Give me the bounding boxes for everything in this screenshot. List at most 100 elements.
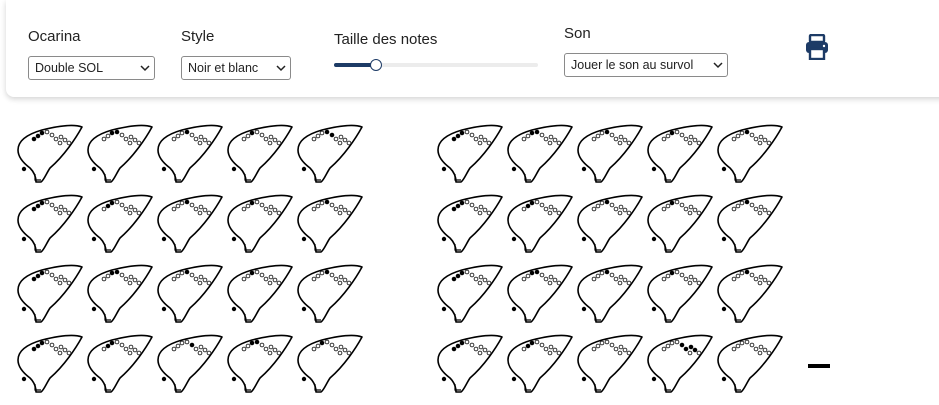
finger-hole — [618, 274, 624, 280]
ocarina-fingering[interactable] — [504, 264, 574, 326]
chevron-down-icon — [140, 65, 150, 72]
finger-hole — [123, 346, 129, 352]
ocarina-fingering[interactable] — [224, 334, 294, 396]
ocarina-fingering[interactable] — [574, 124, 644, 186]
finger-hole — [486, 280, 492, 286]
finger-hole — [197, 210, 203, 216]
ocarina-fingering[interactable] — [224, 264, 294, 326]
style-select[interactable]: Noir et blanc — [181, 56, 291, 80]
ocarina-fingering[interactable] — [84, 124, 154, 186]
finger-hole — [626, 350, 632, 356]
ocarina-fingering[interactable] — [294, 334, 364, 396]
finger-hole — [171, 206, 177, 212]
finger-hole — [114, 269, 120, 275]
ocarina-fingering[interactable] — [14, 124, 84, 186]
ocarina-fingering[interactable] — [434, 334, 504, 396]
ocarina-fingering[interactable] — [84, 264, 154, 326]
ocarina-fingering[interactable] — [714, 124, 784, 186]
ocarina-fingering[interactable] — [294, 264, 364, 326]
finger-hole — [599, 270, 605, 276]
finger-hole — [591, 206, 597, 212]
finger-hole — [556, 280, 562, 286]
finger-hole — [731, 136, 737, 142]
ocarina-fingering[interactable] — [84, 334, 154, 396]
finger-hole — [459, 270, 465, 276]
ocarina-fingering[interactable] — [644, 124, 714, 186]
ocarina-fingering[interactable] — [504, 124, 574, 186]
finger-hole — [477, 350, 483, 356]
ocarina-fingering[interactable] — [154, 334, 224, 396]
ocarina-fingering[interactable] — [224, 124, 294, 186]
finger-hole — [249, 130, 255, 136]
finger-hole — [179, 200, 185, 206]
ocarina-fingering[interactable] — [714, 194, 784, 256]
finger-hole — [683, 276, 689, 282]
finger-hole — [687, 210, 693, 216]
ocarina-select[interactable]: Double SOL — [28, 56, 155, 80]
ocarina-fingering[interactable] — [434, 194, 504, 256]
ocarina-fingering[interactable] — [644, 264, 714, 326]
finger-hole — [669, 270, 675, 276]
finger-hole — [688, 204, 694, 210]
finger-hole — [739, 130, 745, 136]
finger-hole — [184, 269, 190, 275]
finger-hole — [109, 130, 115, 136]
ocarina-fingering[interactable] — [714, 264, 784, 326]
ocarina-fingering[interactable] — [84, 194, 154, 256]
thumb-hole — [581, 166, 587, 172]
slider-handle[interactable] — [369, 59, 382, 71]
finger-hole — [744, 339, 750, 345]
finger-hole — [44, 199, 50, 205]
note-size-slider[interactable] — [334, 59, 538, 71]
finger-hole — [552, 277, 558, 283]
finger-hole — [766, 350, 772, 356]
finger-hole — [692, 347, 698, 353]
ocarina-fingering[interactable] — [224, 194, 294, 256]
finger-hole — [338, 204, 344, 210]
finger-hole — [679, 132, 685, 138]
ocarina-fingering[interactable] — [504, 194, 574, 256]
ocarina-fingering[interactable] — [574, 334, 644, 396]
ocarina-fingering[interactable] — [434, 124, 504, 186]
finger-hole — [346, 350, 352, 356]
finger-hole — [622, 277, 628, 283]
finger-hole — [119, 202, 125, 208]
ocarina-fingering[interactable] — [154, 124, 224, 186]
finger-hole — [749, 272, 755, 278]
finger-hole — [525, 343, 531, 349]
ocarina-fingering[interactable] — [154, 264, 224, 326]
finger-hole — [337, 210, 343, 216]
finger-hole — [272, 137, 278, 143]
ocarina-fingering[interactable] — [294, 124, 364, 186]
finger-hole — [346, 140, 352, 146]
finger-hole — [337, 350, 343, 356]
finger-hole — [249, 270, 255, 276]
ocarina-fingering[interactable] — [714, 334, 784, 396]
finger-hole — [757, 350, 763, 356]
printer-icon[interactable] — [805, 34, 829, 60]
ocarina-fingering[interactable] — [644, 334, 714, 396]
sound-select[interactable]: Jouer le son au survol — [564, 53, 728, 77]
ocarina-fingering[interactable] — [14, 334, 84, 396]
ocarina-fingering[interactable] — [574, 194, 644, 256]
finger-hole — [552, 347, 558, 353]
finger-hole — [114, 339, 120, 345]
ocarina-fingering[interactable] — [644, 194, 714, 256]
finger-hole — [319, 340, 325, 346]
finger-hole — [469, 342, 475, 348]
finger-hole — [534, 129, 540, 135]
ocarina-fingering[interactable] — [14, 264, 84, 326]
finger-hole — [556, 350, 562, 356]
finger-hole — [599, 200, 605, 206]
ocarina-fingering[interactable] — [14, 194, 84, 256]
finger-hole — [254, 129, 260, 135]
thumb-hole — [721, 306, 727, 312]
ocarina-fingering[interactable] — [504, 334, 574, 396]
ocarina-fingering[interactable] — [154, 194, 224, 256]
finger-hole — [683, 346, 689, 352]
ocarina-fingering[interactable] — [434, 264, 504, 326]
style-label: Style — [181, 28, 215, 45]
ocarina-fingering[interactable] — [294, 194, 364, 256]
ocarina-fingering[interactable] — [574, 264, 644, 326]
finger-hole — [599, 130, 605, 136]
